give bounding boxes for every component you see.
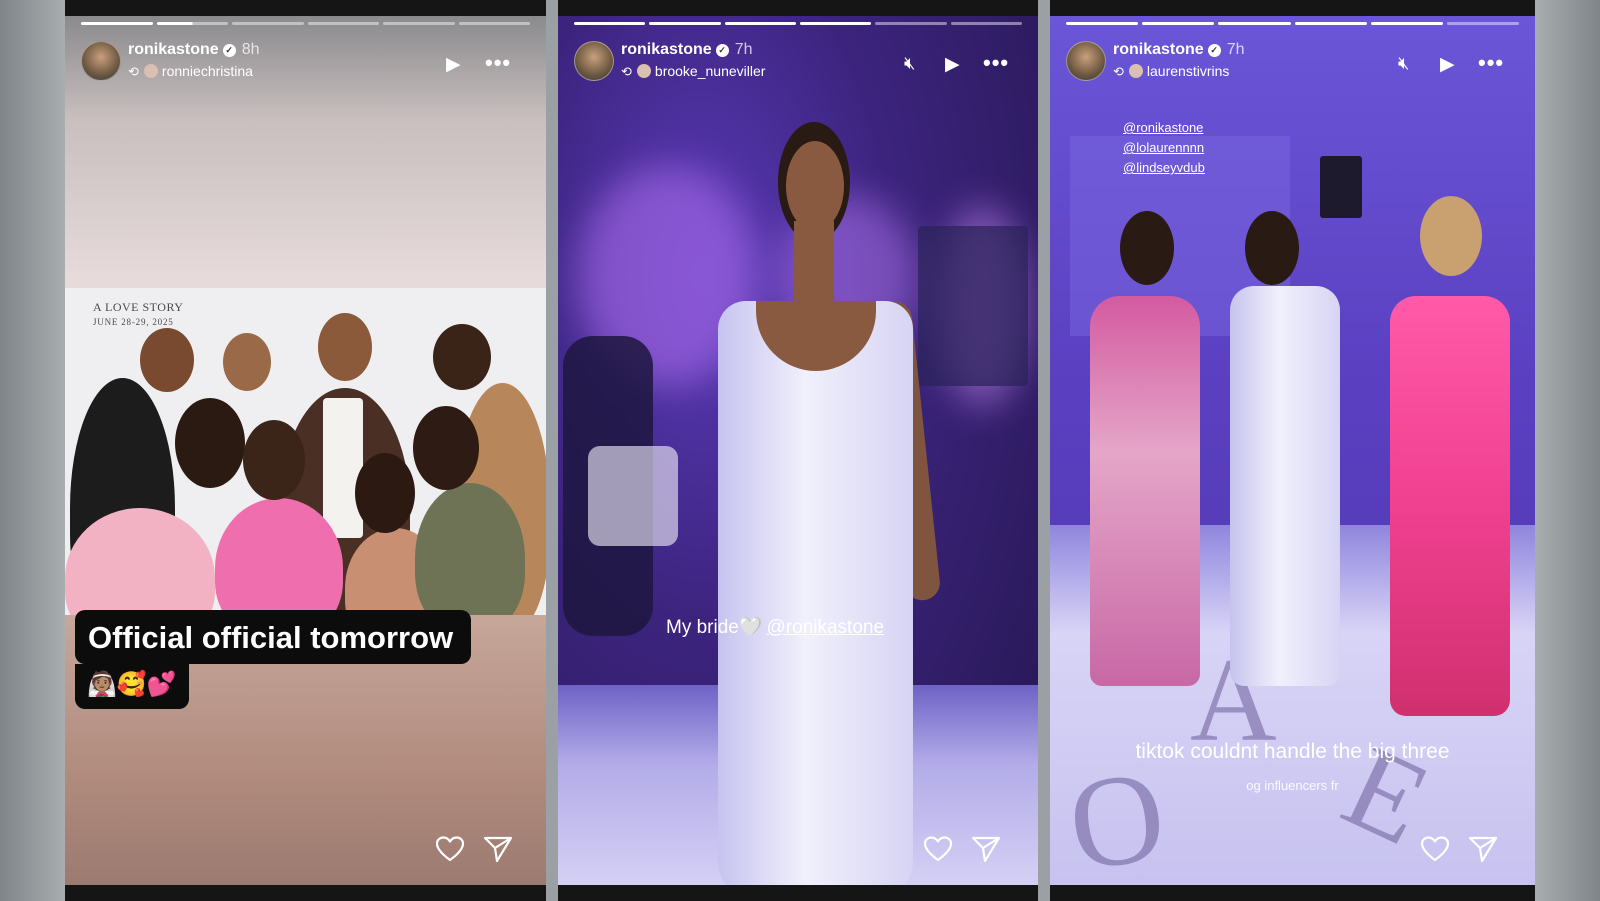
repost-attribution[interactable]: ⟲ ronniechristina <box>128 63 253 80</box>
mention-link[interactable]: @lindseyvdub <box>1123 158 1205 178</box>
story-media: A LOVE STORY JUNE 28-29, 2025 <box>65 16 546 885</box>
story-progress-bar <box>81 22 530 25</box>
caption-mention[interactable]: @ronikastone <box>767 617 885 638</box>
send-icon[interactable] <box>971 835 1001 863</box>
play-icon[interactable]: ▶ <box>945 53 960 76</box>
play-icon[interactable]: ▶ <box>446 53 461 76</box>
repost-icon: ⟲ <box>1113 64 1124 79</box>
verified-badge-icon: ✓ <box>715 44 729 57</box>
verified-badge-icon: ✓ <box>1207 44 1221 57</box>
more-icon[interactable]: ••• <box>1478 50 1504 76</box>
story-progress-bar <box>1066 22 1520 25</box>
story-progress-bar <box>574 22 1022 25</box>
story-card-2[interactable]: ronikastone ✓ 7h ⟲ brooke_nuneviller 🔇︎ ▶ •… <box>558 0 1038 901</box>
avatar[interactable] <box>1066 41 1106 81</box>
more-icon[interactable]: ••• <box>485 50 511 76</box>
repost-avatar <box>143 64 158 78</box>
heart-icon[interactable] <box>435 835 465 863</box>
photo-banner: A LOVE STORY JUNE 28-29, 2025 <box>93 300 184 327</box>
avatar[interactable] <box>574 41 614 81</box>
story-media <box>558 16 1038 885</box>
mention-stickers: @ronikastone @lolaurennnn @lindseyvdub <box>1123 118 1205 178</box>
background-right <box>1535 0 1600 901</box>
mute-icon[interactable]: 🔇︎ <box>1398 53 1409 74</box>
story-card-3[interactable]: A O E ronikastone ✓ 7h ⟲ laurenstivrins 🔇︎ … <box>1050 0 1535 901</box>
username[interactable]: ronikastone ✓ 7h <box>621 41 752 59</box>
username[interactable]: ronikastone ✓ 8h <box>128 41 259 59</box>
repost-icon: ⟲ <box>621 64 632 79</box>
timestamp: 7h <box>734 41 753 58</box>
caption-emoji: 👰🏽🥰💕 <box>75 664 189 709</box>
send-icon[interactable] <box>1468 835 1498 863</box>
repost-avatar <box>1128 64 1143 78</box>
repost-attribution[interactable]: ⟲ laurenstivrins <box>1113 63 1229 80</box>
background-left <box>0 0 65 901</box>
repost-avatar <box>636 64 651 78</box>
caption-text: tiktok couldnt handle the big three <box>1135 740 1450 763</box>
avatar[interactable] <box>81 41 121 81</box>
mute-icon[interactable]: 🔇︎ <box>904 53 915 74</box>
story-card-1[interactable]: A LOVE STORY JUNE 28-29, 2025 ronikaston… <box>65 0 546 901</box>
repost-attribution[interactable]: ⟲ brooke_nuneviller <box>621 63 765 80</box>
send-icon[interactable] <box>483 835 513 863</box>
caption-subtext: og influencers fr <box>1246 778 1339 793</box>
play-icon[interactable]: ▶ <box>1440 53 1455 76</box>
caption-text: Official official tomorrow <box>75 610 472 664</box>
verified-badge-icon: ✓ <box>222 44 236 57</box>
caption-text: My bride🤍 @ronikastone <box>666 617 885 638</box>
timestamp: 8h <box>241 41 260 58</box>
photo-booth-picture: A LOVE STORY JUNE 28-29, 2025 <box>65 288 546 615</box>
more-icon[interactable]: ••• <box>983 50 1009 76</box>
heart-icon[interactable] <box>1420 835 1450 863</box>
username[interactable]: ronikastone ✓ 7h <box>1113 41 1244 59</box>
mention-link[interactable]: @ronikastone <box>1123 118 1205 138</box>
repost-icon: ⟲ <box>128 64 139 79</box>
timestamp: 7h <box>1226 41 1245 58</box>
mention-link[interactable]: @lolaurennnn <box>1123 138 1205 158</box>
heart-icon[interactable] <box>923 835 953 863</box>
